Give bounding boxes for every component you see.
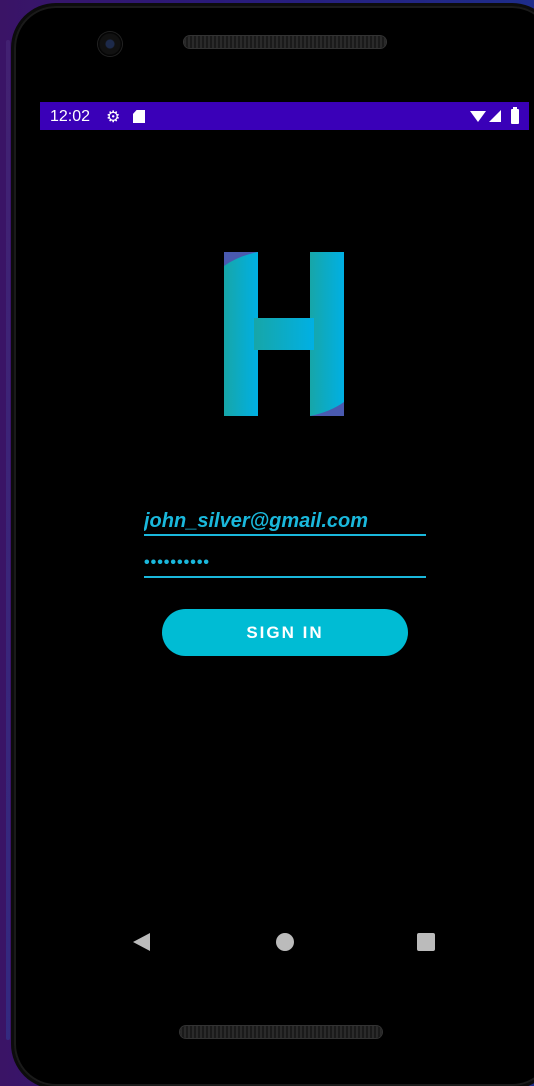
back-icon[interactable] [133, 933, 150, 951]
sd-card-icon [133, 110, 145, 123]
status-bar: 12:02 ⚙ [40, 102, 529, 130]
earpiece-speaker [184, 36, 386, 48]
bottom-speaker [180, 1026, 382, 1038]
phone-frame [14, 6, 534, 1086]
password-field[interactable]: •••••••••• [144, 552, 426, 578]
home-icon[interactable] [276, 933, 294, 951]
signal-icon [489, 110, 501, 122]
battery-icon [511, 107, 519, 124]
front-camera-icon [98, 32, 122, 56]
wifi-icon [470, 111, 486, 122]
recents-icon[interactable] [417, 933, 435, 951]
sign-in-button[interactable]: SIGN IN [162, 609, 408, 656]
app-logo [224, 252, 344, 416]
status-time: 12:02 [50, 108, 91, 125]
gear-icon: ⚙ [106, 109, 121, 126]
phone-edge-glow [6, 40, 10, 1040]
email-field[interactable]: john_silver@gmail.com [144, 508, 426, 536]
